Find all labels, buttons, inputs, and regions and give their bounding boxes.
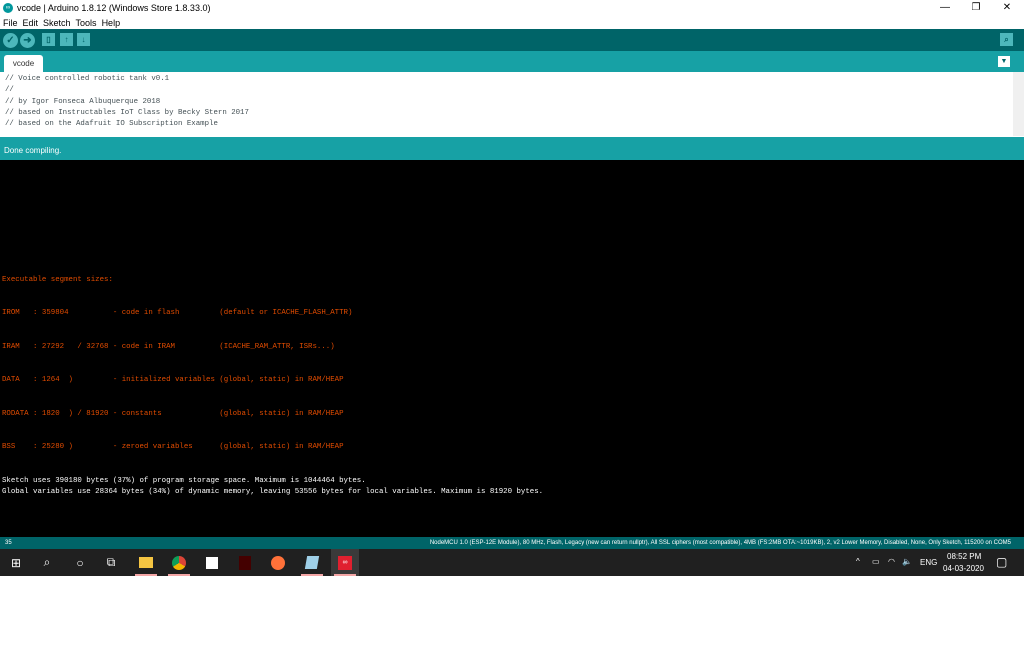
file-explorer-icon[interactable] <box>132 549 160 576</box>
console-line: Global variables use 28364 bytes (34%) o… <box>2 488 544 496</box>
board-info: NodeMCU 1.0 (ESP-12E Module), 80 MHz, Fl… <box>429 540 1011 546</box>
clock-date[interactable]: 04-03-2020 <box>943 564 984 573</box>
console-line: Sketch uses 390180 bytes (37%) of progra… <box>2 477 366 485</box>
code-line: // based on the Adafruit IO Subscription… <box>5 120 218 129</box>
window-title: vcode | Arduino 1.8.12 (Windows Store 1.… <box>17 3 211 13</box>
editor-scrollbar[interactable] <box>1013 72 1024 136</box>
arduino-logo-icon: ∞ <box>3 3 13 13</box>
new-file-button[interactable]: ▯ <box>42 33 55 46</box>
firefox-icon[interactable] <box>264 549 292 576</box>
chrome-icon[interactable] <box>165 549 193 576</box>
line-number: 35 <box>5 540 12 546</box>
notes-app-icon[interactable] <box>298 549 326 576</box>
search-icon[interactable]: ⌕ <box>33 549 61 576</box>
status-message: Done compiling. <box>0 137 1024 160</box>
console-line: Executable segment sizes: <box>2 276 113 284</box>
task-view-icon[interactable]: ⧉ <box>97 549 125 576</box>
save-button[interactable]: ↓ <box>77 33 90 46</box>
menu-edit[interactable]: Edit <box>23 18 39 28</box>
console-line: DATA : 1264 ) - initialized variables (g… <box>2 376 344 384</box>
minimize-button[interactable]: — <box>928 0 962 16</box>
predator-icon[interactable] <box>231 549 259 576</box>
tab-vcode[interactable]: vcode <box>4 55 43 72</box>
console-line: RODATA : 1820 ) / 81920 - constants (glo… <box>2 410 344 418</box>
code-line: // by Igor Fonseca Albuquerque 2018 <box>5 97 161 106</box>
tab-bar: vcode ▼ <box>0 51 1024 72</box>
language-indicator[interactable]: ENG <box>920 558 937 567</box>
store-icon[interactable] <box>198 549 226 576</box>
code-line: // based on Instructables IoT Class by B… <box>5 108 249 117</box>
upload-button[interactable]: ➜ <box>20 33 35 48</box>
menu-bar: File Edit Sketch Tools Help <box>0 16 1024 29</box>
console-output: Executable segment sizes: IROM : 359804 … <box>0 160 1024 537</box>
tab-menu-chevron-down-icon[interactable]: ▼ <box>998 56 1010 67</box>
battery-icon[interactable]: ▭ <box>872 557 880 566</box>
code-line: // <box>5 86 14 95</box>
board-status-bar: 35 NodeMCU 1.0 (ESP-12E Module), 80 MHz,… <box>0 537 1024 549</box>
windows-start-icon[interactable]: ⊞ <box>2 549 30 576</box>
arduino-taskbar-icon[interactable]: ∞ <box>331 549 359 576</box>
code-line: // Voice controlled robotic tank v0.1 <box>5 75 170 83</box>
menu-tools[interactable]: Tools <box>76 18 97 28</box>
serial-monitor-button[interactable]: ⌕ <box>1000 33 1013 46</box>
clock-time[interactable]: 08:52 PM <box>947 552 981 561</box>
maximize-button[interactable]: ❐ <box>959 0 993 16</box>
tray-chevron-up-icon[interactable]: ^ <box>856 557 860 566</box>
volume-icon[interactable]: 🔈 <box>902 557 912 566</box>
cortana-icon[interactable]: ○ <box>66 549 94 576</box>
console-line: IROM : 359804 - code in flash (default o… <box>2 309 353 317</box>
menu-file[interactable]: File <box>3 18 18 28</box>
taskbar: ⊞ ⌕ ○ ⧉ ∞ ^ ▭ ◠ 🔈 ENG 08:52 PM 04-03-202… <box>0 549 1024 576</box>
verify-button[interactable]: ✓ <box>3 33 18 48</box>
title-bar: ∞ vcode | Arduino 1.8.12 (Windows Store … <box>0 0 1024 16</box>
console-line: IRAM : 27292 / 32768 - code in IRAM (ICA… <box>2 343 335 351</box>
close-button[interactable]: ✕ <box>990 0 1024 16</box>
menu-sketch[interactable]: Sketch <box>43 18 71 28</box>
code-editor[interactable]: // Voice controlled robotic tank v0.1 //… <box>0 72 1024 136</box>
wifi-icon[interactable]: ◠ <box>888 557 895 566</box>
toolbar: ✓ ➜ ▯ ↑ ↓ ⌕ <box>0 29 1024 51</box>
notifications-icon[interactable]: ▢ <box>996 555 1007 569</box>
open-button[interactable]: ↑ <box>60 33 73 46</box>
menu-help[interactable]: Help <box>102 18 121 28</box>
console-line: BSS : 25280 ) - zeroed variables (global… <box>2 443 344 451</box>
